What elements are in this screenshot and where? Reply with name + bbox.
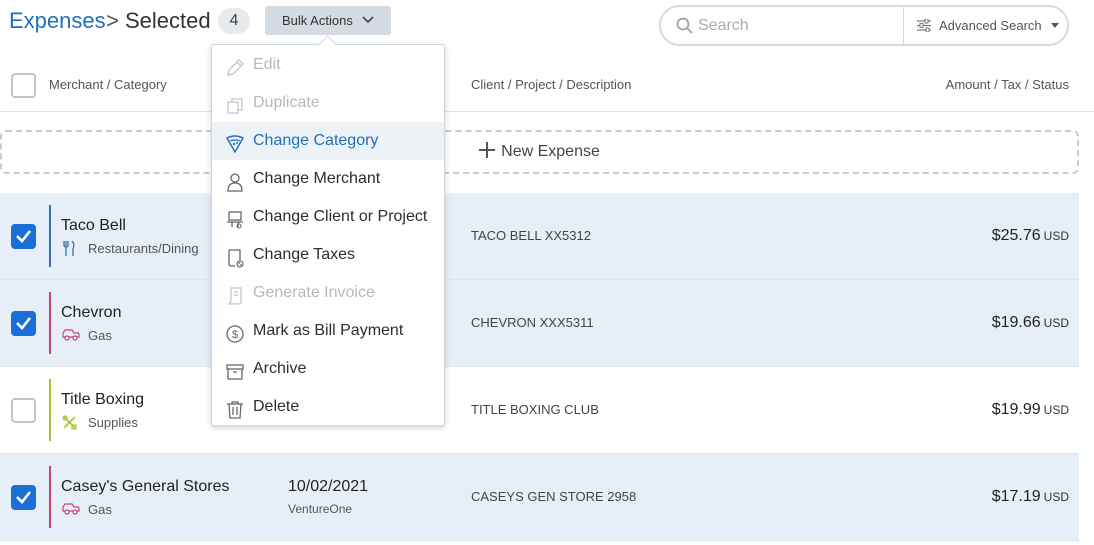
menu-item-archive[interactable]: Archive	[212, 350, 444, 388]
category-text: Supplies	[88, 415, 138, 430]
expense-amount: $19.99 USD	[992, 401, 1069, 419]
bulk-actions-label: Bulk Actions	[282, 13, 353, 28]
amount-currency: USD	[1043, 403, 1069, 417]
amount-currency: USD	[1043, 229, 1069, 243]
table-row[interactable]: Chevron Gas CHEVRON XXX5311 $19.66 USD	[0, 280, 1079, 367]
new-expense-label: New Expense	[501, 143, 600, 160]
breadcrumb-expenses-link[interactable]: Expenses	[9, 8, 106, 34]
table-row[interactable]: Title Boxing Supplies TITLE BOXING CLUB $19…	[0, 367, 1079, 454]
expense-amount: $19.66 USD	[992, 314, 1069, 332]
tools-icon	[62, 415, 77, 433]
menu-item-label: Generate Invoice	[253, 284, 375, 301]
category-text: Gas	[88, 328, 112, 343]
page-header: Expenses > Selected 4 Bulk Actions Advan…	[0, 0, 1094, 46]
bulk-actions-menu: Edit Duplicate Change Category Change Merch…	[211, 44, 445, 426]
category-text: Restaurants/Dining	[88, 241, 199, 256]
menu-item-duplicate: Duplicate	[212, 84, 444, 122]
search-divider	[903, 7, 904, 44]
menu-item-change-client-or-project[interactable]: Change Client or Project	[212, 198, 444, 236]
sliders-icon	[917, 19, 931, 32]
row-checkbox[interactable]	[11, 224, 36, 249]
menu-item-label: Duplicate	[253, 94, 320, 111]
new-expense-button[interactable]: New Expense	[0, 130, 1079, 174]
column-client-project-description[interactable]: Client / Project / Description	[471, 77, 631, 92]
merchant-name: Taco Bell	[61, 217, 126, 234]
category-label: Gas	[61, 502, 112, 517]
menu-item-edit: Edit	[212, 46, 444, 84]
column-merchant-category[interactable]: Merchant / Category	[49, 77, 167, 92]
table-header: Merchant / Category Client / Project / D…	[0, 58, 1094, 112]
search-box: Advanced Search	[659, 5, 1069, 46]
menu-item-label: Change Category	[253, 132, 379, 149]
menu-item-change-merchant[interactable]: Change Merchant	[212, 160, 444, 198]
table-row[interactable]: Casey's General Stores Gas 10/02/2021 Ventu…	[0, 454, 1079, 541]
plus-icon	[479, 142, 496, 158]
table-row[interactable]: Taco Bell Restaurants/Dining TACO BELL XX5…	[0, 193, 1079, 280]
row-checkbox[interactable]	[11, 485, 36, 510]
checkmark-icon	[16, 491, 32, 504]
expense-amount: $17.19 USD	[992, 488, 1069, 506]
category-label: Restaurants/Dining	[61, 240, 199, 259]
breadcrumb-current: Selected	[125, 8, 211, 33]
row-checkbox[interactable]	[11, 311, 36, 336]
svg-text:$: $	[232, 329, 238, 341]
category-color-bar	[49, 379, 51, 441]
expense-description: CHEVRON XXX5311	[471, 315, 594, 330]
menu-item-change-taxes[interactable]: Change Taxes	[212, 236, 444, 274]
bulk-actions-button[interactable]: Bulk Actions	[265, 6, 391, 35]
payment-card: VentureOne	[288, 502, 353, 516]
menu-item-delete[interactable]: Delete	[212, 388, 444, 426]
chevron-down-icon	[362, 16, 374, 24]
advanced-search-button[interactable]: Advanced Search	[916, 7, 1066, 44]
amount-value: $17.19	[991, 488, 1041, 505]
menu-item-label: Edit	[253, 56, 281, 73]
expense-description: TITLE BOXING CLUB	[471, 402, 599, 417]
search-icon	[676, 17, 693, 34]
merchant-name: Casey's General Stores	[61, 478, 230, 495]
amount-currency: USD	[1043, 490, 1069, 504]
menu-item-label: Change Taxes	[253, 246, 355, 263]
car-icon	[62, 328, 80, 344]
merchant-name: Chevron	[61, 304, 122, 321]
selected-count-badge: 4	[218, 8, 250, 34]
advanced-search-label: Advanced Search	[939, 18, 1042, 33]
category-label: Gas	[61, 328, 112, 343]
fork-knife-icon	[62, 240, 76, 259]
caret-down-icon	[1051, 23, 1059, 28]
search-input[interactable]	[698, 13, 898, 39]
checkmark-icon	[16, 317, 32, 330]
amount-currency: USD	[1043, 316, 1069, 330]
merchant-name: Title Boxing	[61, 391, 144, 408]
amount-value: $19.99	[991, 401, 1041, 418]
column-amount-tax-status[interactable]: Amount / Tax / Status	[946, 77, 1069, 92]
trash-icon	[225, 397, 245, 435]
row-checkbox[interactable]	[11, 398, 36, 423]
menu-item-label: Change Merchant	[253, 170, 381, 187]
expense-description: CASEYS GEN STORE 2958	[471, 489, 637, 504]
menu-item-label: Archive	[253, 360, 307, 377]
expense-description: TACO BELL XX5312	[471, 228, 591, 243]
menu-item-label: Delete	[253, 398, 300, 415]
amount-value: $19.66	[991, 314, 1041, 331]
category-text: Gas	[88, 502, 112, 517]
breadcrumb-separator: >	[106, 8, 119, 33]
expense-amount: $25.76 USD	[992, 227, 1069, 245]
menu-item-generate-invoice: Generate Invoice	[212, 274, 444, 312]
expense-date: 10/02/2021	[288, 478, 369, 495]
checkmark-icon	[16, 230, 32, 243]
menu-item-change-category[interactable]: Change Category	[212, 122, 444, 160]
category-color-bar	[49, 205, 51, 267]
amount-value: $25.76	[991, 227, 1041, 244]
car-icon	[62, 502, 80, 518]
category-color-bar	[49, 292, 51, 354]
menu-item-label: Change Client or Project	[253, 208, 428, 225]
category-color-bar	[49, 466, 51, 528]
select-all-checkbox[interactable]	[11, 73, 36, 98]
menu-item-mark-as-bill-payment[interactable]: $ Mark as Bill Payment	[212, 312, 444, 350]
menu-item-label: Mark as Bill Payment	[253, 322, 404, 339]
category-label: Supplies	[61, 415, 138, 430]
